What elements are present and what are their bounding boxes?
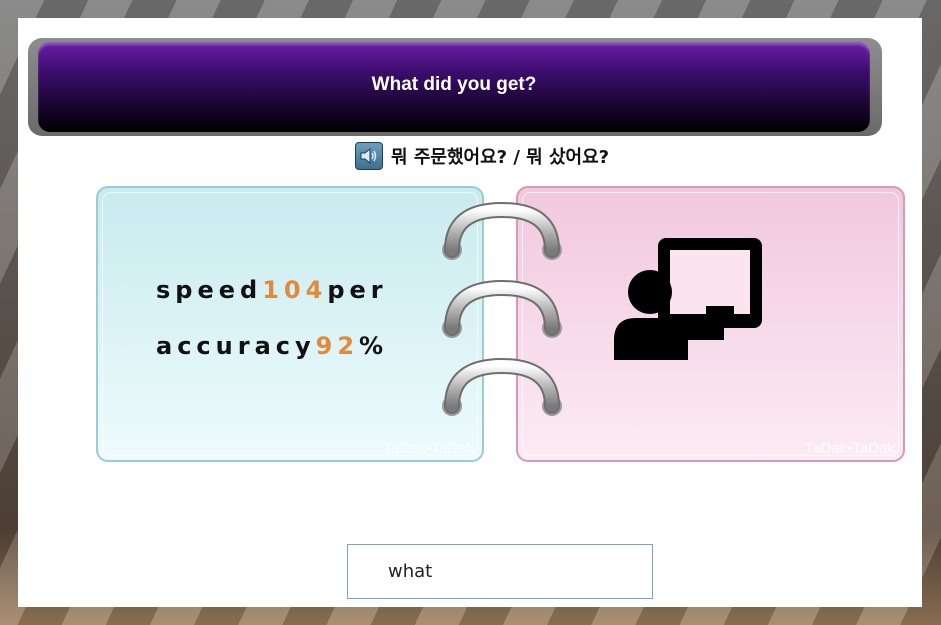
answer-input[interactable] (347, 544, 653, 599)
accuracy-unit: % (359, 332, 389, 360)
right-watermark: TaDak•TaDak (804, 440, 895, 457)
binder-ring-1 (442, 201, 562, 260)
teacher-at-board-icon (614, 238, 762, 360)
banner-title: What did you get? (371, 74, 537, 95)
speed-stat: speed104per (156, 276, 388, 304)
prompt-sentence: 뭐 주문했어요? / 뭐 샀어요? (355, 140, 609, 172)
speed-unit: per (327, 276, 388, 304)
left-card-inner-border (102, 192, 478, 456)
right-card: TaDak•TaDak (516, 186, 905, 462)
accuracy-stat: accuracy92% (156, 332, 388, 360)
prompt-text: 뭐 주문했어요? / 뭐 샀어요? (391, 147, 610, 168)
speaker-icon[interactable] (355, 142, 383, 170)
left-card: speed104per accuracy92% TaDak•TaDak (96, 186, 484, 462)
binder-ring-3 (442, 357, 562, 416)
accuracy-value: 92 (315, 332, 360, 360)
binder-rings (442, 201, 562, 416)
speed-label: speed (156, 276, 263, 304)
speed-value: 104 (262, 276, 328, 304)
binder-ring-2 (442, 279, 562, 338)
accuracy-label: accuracy (156, 332, 316, 360)
left-watermark: TaDak•TaDak (383, 440, 474, 457)
